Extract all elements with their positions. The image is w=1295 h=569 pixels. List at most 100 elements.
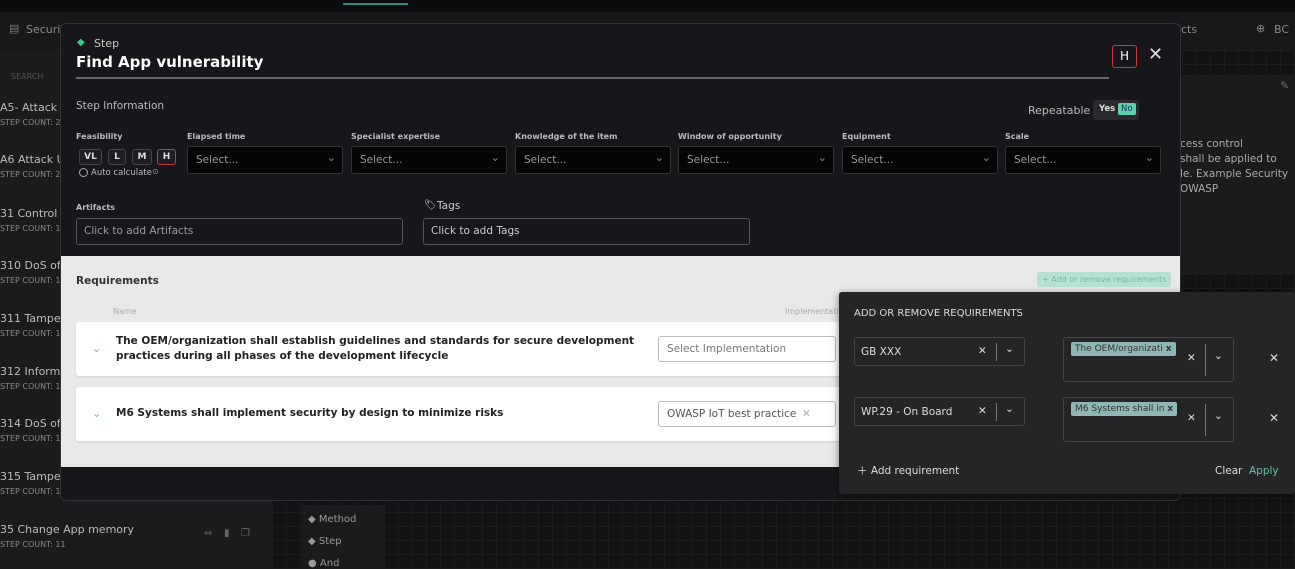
chevron-down-icon: ⌄ (654, 151, 664, 164)
plus-icon: ＋ (857, 465, 871, 477)
user-initials[interactable]: BC (1274, 23, 1289, 36)
add-remove-requirements-button[interactable]: + Add or remove requirements (1037, 272, 1172, 287)
requirement-text: M6 Systems shall implement security by d… (116, 407, 504, 419)
requirement-multiselect[interactable]: M6 Systems shall in x ✕ ⌄ (1063, 397, 1234, 442)
toggle-no[interactable]: No (1118, 103, 1136, 115)
description-line: le. Example Security (1180, 168, 1289, 180)
selected-tag: The OEM/organizati x (1071, 342, 1176, 356)
chevron-down-icon[interactable]: ⌄ (1005, 403, 1014, 415)
level-badge: H (1112, 45, 1137, 68)
clear-icon[interactable]: ✕ (1187, 352, 1196, 364)
description-line: shall be applied to (1180, 153, 1277, 165)
remove-tag-icon[interactable]: x (1166, 344, 1172, 354)
title-underline (76, 77, 1109, 79)
scale-select[interactable]: Select... ⌄ (1005, 146, 1161, 174)
specialist-expertise-select[interactable]: Select... ⌄ (351, 146, 507, 174)
remove-row-icon[interactable]: ✕ (1269, 411, 1279, 425)
sidebar-item[interactable]: 35 Change App memory STEP COUNT: 11 (0, 523, 134, 549)
apply-button[interactable]: Apply (1249, 465, 1279, 477)
globe-icon[interactable]: ⊕ (1256, 22, 1265, 35)
selected-tag: M6 Systems shall in x (1071, 402, 1178, 416)
details-panel: ✎ cess control shall be applied to le. E… (1180, 75, 1295, 275)
implementation-select[interactable]: OWASP IoT best practice ✕ (658, 401, 836, 427)
feasibility-h[interactable]: H (157, 149, 176, 165)
requirement-row: ⌄ M6 Systems shall implement security by… (76, 387, 856, 441)
equipment-select[interactable]: Select... ⌄ (842, 146, 998, 174)
requirement-multiselect[interactable]: The OEM/organizati x ✕ ⌄ (1063, 337, 1234, 382)
chevron-down-icon[interactable]: ⌄ (1214, 410, 1223, 422)
repeatable-label: Repeatable (1028, 104, 1091, 117)
chevron-down-icon[interactable]: ⌄ (92, 407, 101, 420)
link-icon[interactable]: ⇔ (204, 528, 212, 539)
chevron-down-icon[interactable]: ⌄ (1005, 343, 1014, 355)
chevron-down-icon[interactable]: ⌄ (1214, 350, 1223, 362)
and-icon: ● (308, 558, 320, 569)
feasibility-l[interactable]: L (108, 149, 126, 165)
requirement-text: The OEM/organization shall establish gui… (116, 335, 635, 362)
scale-label: Scale (1005, 132, 1030, 141)
toggle-yes[interactable]: Yes (1099, 104, 1115, 114)
artifacts-label: Artifacts (76, 203, 115, 212)
clear-icon[interactable]: ✕ (978, 345, 987, 357)
step-icon: ◆ (308, 536, 319, 547)
legend: ◆ Method ◆ Step ● And (302, 505, 384, 569)
trash-icon[interactable]: ▮ (224, 528, 230, 539)
feasibility-label: Feasibility (76, 132, 123, 141)
legend-item: Method (318, 514, 357, 525)
search-input[interactable]: SEARCH (11, 72, 43, 81)
popover-title: ADD OR REMOVE REQUIREMENTS (854, 308, 1023, 319)
implementation-select[interactable]: Select Implementation (658, 336, 836, 362)
legend-item: Step (318, 536, 342, 547)
tags-input[interactable]: Click to add Tags (423, 218, 750, 245)
column-name: Name (113, 307, 137, 316)
info-icon[interactable]: ⊙ (152, 167, 159, 176)
remove-tag-icon[interactable]: x (1167, 404, 1173, 414)
close-icon[interactable]: ✕ (1148, 44, 1163, 65)
elapsed-time-label: Elapsed time (187, 132, 246, 141)
repeatable-toggle[interactable]: Yes No (1093, 100, 1139, 120)
add-requirement-button[interactable]: ＋ Add requirement (857, 463, 959, 478)
tags-label: Tags (437, 200, 461, 212)
modal-kind: Step (94, 37, 120, 50)
chevron-down-icon: ⌄ (981, 151, 991, 164)
method-icon: ◆ (308, 514, 319, 525)
add-remove-requirements-popover: ADD OR REMOVE REQUIREMENTS GB XXX ✕ ⌄ Th… (839, 292, 1295, 494)
auto-calculate-radio[interactable] (79, 168, 88, 177)
clear-icon[interactable]: ✕ (978, 405, 987, 417)
header-tab[interactable]: cts (1181, 23, 1197, 36)
source-select[interactable]: WP.29 - On Board ✕ ⌄ (854, 397, 1025, 426)
knowledge-select[interactable]: Select... ⌄ (515, 146, 671, 174)
source-select[interactable]: GB XXX ✕ ⌄ (854, 337, 1025, 366)
edit-icon[interactable]: ✎ (1280, 79, 1289, 94)
modal-title[interactable]: Find App vulnerability (76, 53, 263, 71)
clear-icon[interactable]: ✕ (1187, 412, 1196, 424)
clear-icon[interactable]: ✕ (802, 408, 811, 420)
top-bar (0, 0, 1295, 12)
artifacts-input[interactable]: Click to add Artifacts (76, 218, 403, 245)
window-select[interactable]: Select... ⌄ (678, 146, 834, 174)
chevron-down-icon: ⌄ (490, 151, 500, 164)
column-implementation: Implementatio (785, 307, 844, 316)
auto-calculate-label: Auto calculate (91, 168, 152, 178)
step-diamond-icon: ◆ (77, 37, 85, 48)
document-icon: ▤ (9, 22, 20, 35)
project-title[interactable]: Securi (26, 23, 60, 36)
feasibility-m[interactable]: M (132, 149, 152, 165)
description-line: OWASP (1180, 183, 1219, 195)
requirement-row: ⌄ The OEM/organization shall establish g… (76, 322, 856, 376)
specialist-expertise-label: Specialist expertise (351, 132, 441, 141)
description-line: cess control (1180, 138, 1243, 150)
clear-button[interactable]: Clear (1215, 465, 1242, 477)
remove-row-icon[interactable]: ✕ (1269, 351, 1279, 365)
chevron-down-icon: ⌄ (1144, 151, 1154, 164)
chevron-down-icon[interactable]: ⌄ (92, 342, 101, 355)
equipment-label: Equipment (842, 132, 891, 141)
feasibility-vl[interactable]: VL (79, 149, 102, 165)
elapsed-time-select[interactable]: Select... ⌄ (187, 146, 343, 174)
copy-icon[interactable]: ❐ (241, 528, 250, 539)
legend-item: And (319, 558, 340, 569)
active-tab-indicator (343, 3, 408, 5)
tag-icon: 🏷 (424, 200, 437, 211)
chevron-down-icon: ⌄ (326, 151, 336, 164)
knowledge-label: Knowledge of the item (515, 132, 618, 141)
